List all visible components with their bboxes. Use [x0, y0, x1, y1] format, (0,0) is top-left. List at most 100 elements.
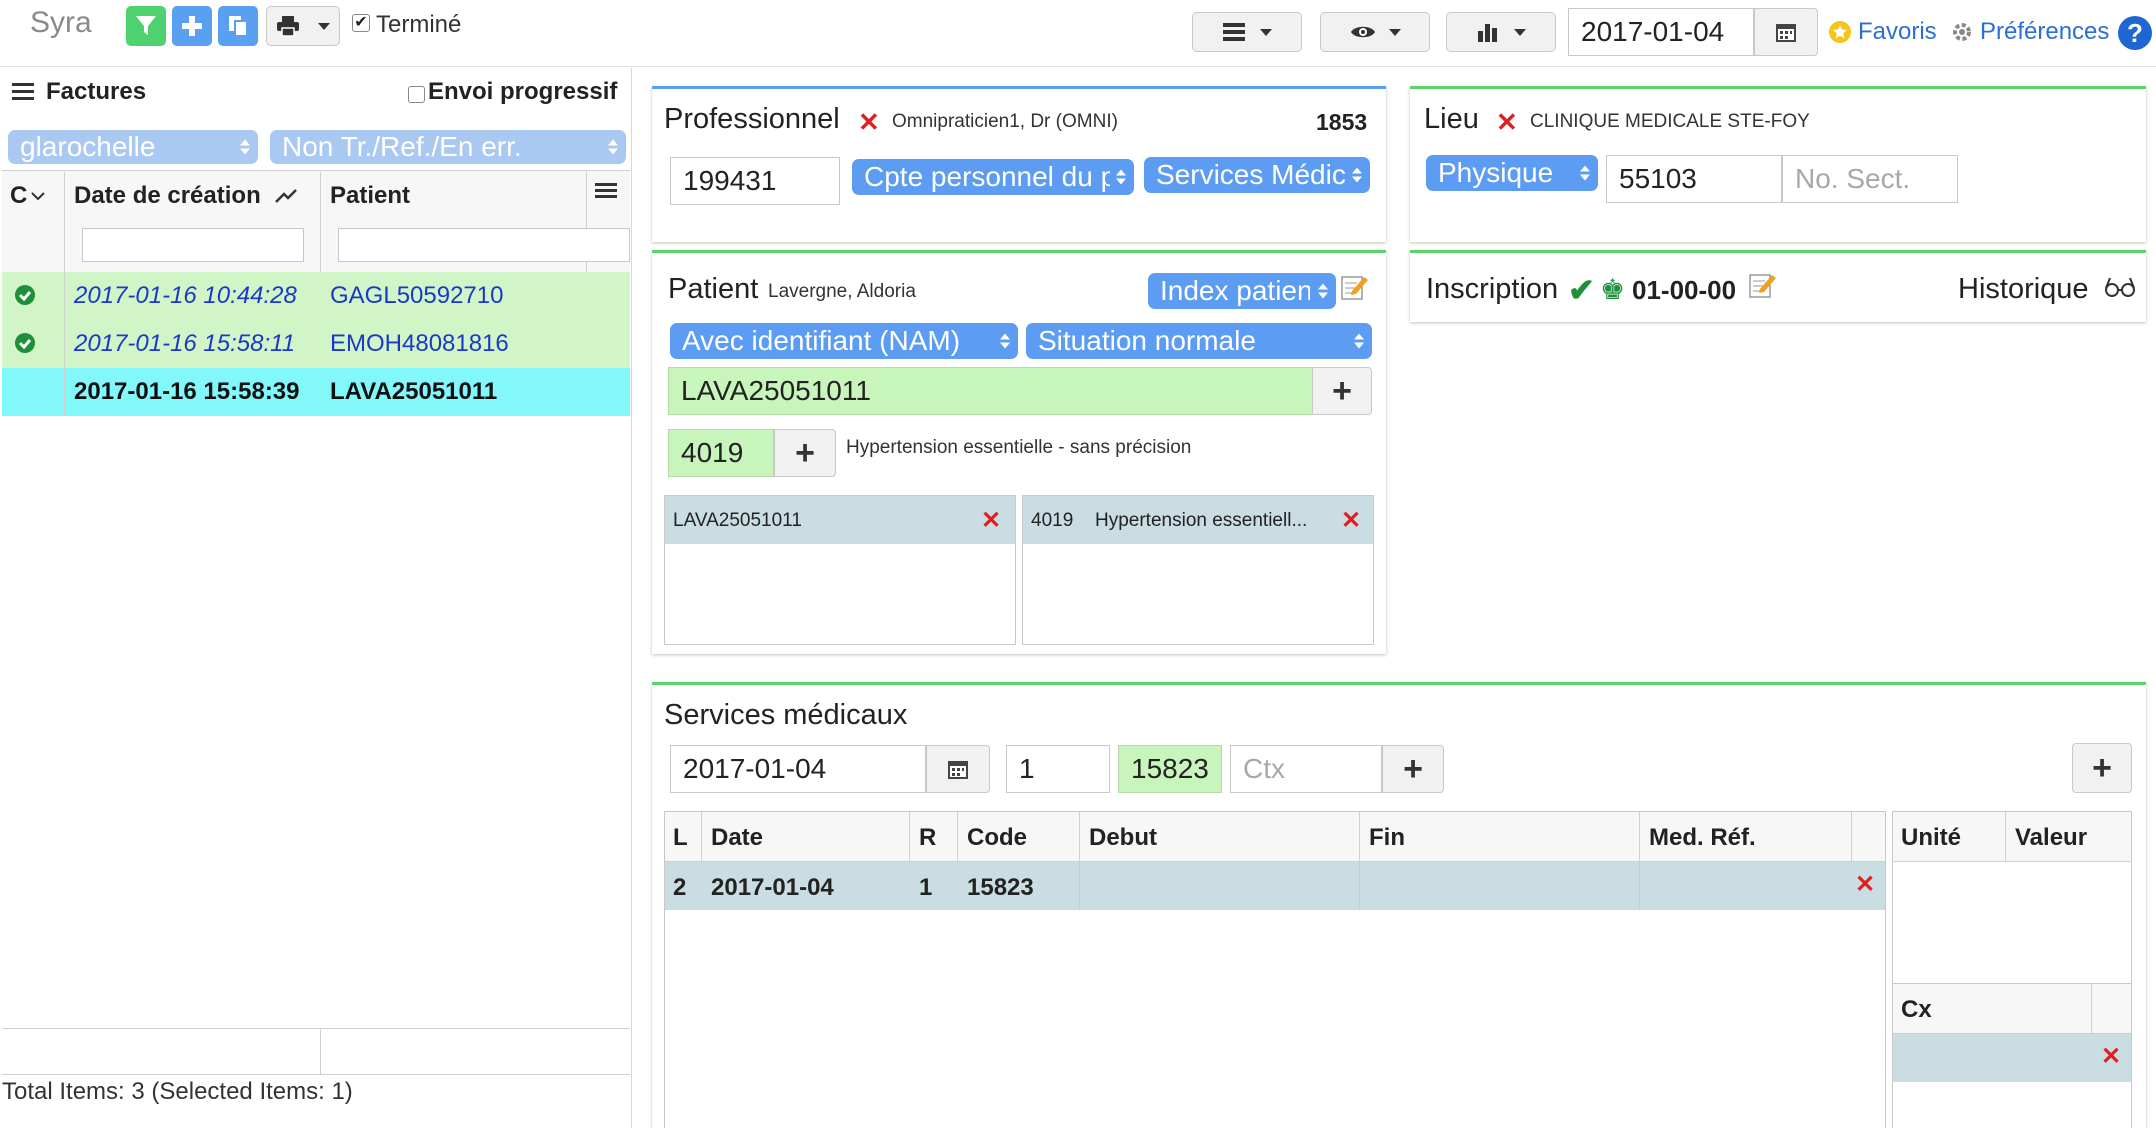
print-button[interactable] [266, 6, 340, 46]
date-filter-input[interactable] [82, 228, 304, 262]
nam-input[interactable]: LAVA25051011 [668, 367, 1328, 415]
col-value-header[interactable]: Valeur [2015, 824, 2087, 852]
add-diagnosis-button[interactable]: + [774, 429, 836, 477]
service-date-input[interactable]: 2017-01-04 [670, 745, 926, 793]
chevron-down-icon [1260, 28, 1272, 36]
location-panel: Lieu ✕ CLINIQUE MEDICALE STE-FOY Physiqu… [1410, 86, 2146, 242]
add-service-button[interactable]: + [2072, 743, 2132, 793]
col-cx-header[interactable]: Cx [1901, 996, 1932, 1024]
col-date-header[interactable]: Date [711, 824, 763, 852]
toolbar-date-input[interactable]: 2017-01-04 [1568, 8, 1754, 56]
glasses-icon[interactable] [2104, 275, 2136, 299]
user-filter-select[interactable]: glarochelle [8, 130, 258, 164]
printer-icon [277, 16, 299, 37]
close-icon[interactable]: ✕ [1855, 870, 1875, 899]
col-code-header[interactable]: Code [967, 824, 1027, 852]
row-date: 2017-01-04 [711, 874, 834, 901]
list-view-button[interactable] [1192, 12, 1302, 52]
preferences-link[interactable]: Préférences [1950, 18, 2109, 46]
crown-icon: ♚ [1600, 274, 1626, 305]
account-select[interactable]: Cpte personnel du p [852, 159, 1134, 195]
updown-icon [1116, 169, 1126, 185]
situation-select[interactable]: Situation normale [1026, 323, 1372, 359]
add-button[interactable] [172, 6, 212, 46]
diagnosis-list: 4019 Hypertension essentiell... ✕ [1022, 495, 1374, 645]
filter-icon [136, 16, 156, 35]
table-row[interactable] [1893, 1034, 2131, 1082]
quantity-input[interactable]: 1 [1006, 745, 1110, 793]
location-type-select[interactable]: Physique [1426, 155, 1598, 191]
services-table: L Date R Code Debut Fin Med. Réf. 2 2017… [664, 811, 1886, 1128]
check-icon: ✔ [1568, 272, 1595, 308]
id-type-select[interactable]: Avec identifiant (NAM) [670, 323, 1018, 359]
status-filter-select[interactable]: Non Tr./Ref./En err. [270, 130, 626, 164]
row-r: 1 [919, 874, 933, 901]
col-r-header[interactable]: R [919, 824, 936, 852]
chevron-down-icon [31, 192, 46, 201]
close-icon[interactable]: ✕ [981, 506, 1001, 535]
professional-title: Professionnel [664, 103, 840, 135]
chevron-down-icon [1514, 28, 1526, 36]
row-date: 2017-01-16 10:44:28 [74, 282, 297, 309]
cx-table: Cx ✕ [1892, 983, 2132, 1128]
sector-input[interactable]: No. Sect. [1782, 155, 1958, 203]
add-nam-button[interactable]: + [1312, 367, 1372, 415]
edit-icon[interactable] [1748, 269, 1778, 299]
close-icon[interactable]: ✕ [2101, 1042, 2121, 1071]
edit-icon[interactable] [1340, 271, 1370, 301]
calendar-button[interactable] [1754, 8, 1818, 56]
favorites-link[interactable]: Favoris [1828, 18, 1937, 46]
diagnosis-description: Hypertension essentielle - sans précisio… [846, 437, 1192, 458]
service-calendar-button[interactable] [926, 745, 990, 793]
service-type-select[interactable]: Services Médicaux [1144, 157, 1370, 193]
registration-panel: Inscription ✔ ♚ 01-00-00 Historique [1410, 250, 2146, 322]
col-medref-header[interactable]: Med. Réf. [1649, 824, 1756, 852]
row-date: 2017-01-16 15:58:39 [74, 378, 300, 405]
updown-icon [608, 139, 618, 155]
professional-id-input[interactable]: 199431 [670, 157, 840, 205]
professional-name: Omnipraticien1, Dr (OMNI) [892, 111, 1118, 132]
context-input[interactable]: Ctx [1230, 745, 1382, 793]
done-label: Terminé [376, 11, 462, 38]
filter-button[interactable] [126, 6, 166, 46]
close-icon[interactable]: ✕ [1496, 107, 1518, 138]
location-code-input[interactable]: 55103 [1606, 155, 1782, 203]
close-icon[interactable]: ✕ [858, 107, 880, 138]
col-debut-header[interactable]: Debut [1089, 824, 1157, 852]
col-status-header[interactable]: C [10, 182, 46, 210]
patient-index-select[interactable]: Index patient [1148, 273, 1336, 309]
progressive-checkbox[interactable] [408, 86, 425, 103]
menu-icon [595, 183, 617, 198]
progressive-label: Envoi progressif [428, 78, 618, 105]
diagnosis-code-input[interactable]: 4019 [668, 429, 774, 477]
col-l-header[interactable]: L [673, 824, 688, 852]
row-patient: GAGL50592710 [330, 282, 504, 309]
calendar-icon [1776, 24, 1796, 42]
calendar-icon [948, 761, 968, 779]
view-button[interactable] [1320, 12, 1430, 52]
patient-filter-input[interactable] [338, 228, 630, 262]
location-title: Lieu [1424, 103, 1479, 135]
location-name: CLINIQUE MEDICALE STE-FOY [1530, 111, 1810, 132]
close-icon[interactable]: ✕ [1341, 506, 1361, 535]
table-row[interactable] [665, 862, 1885, 910]
services-title: Services médicaux [664, 699, 908, 731]
professional-number: 1853 [1316, 109, 1368, 135]
list-icon [1223, 23, 1245, 41]
stats-button[interactable] [1446, 12, 1556, 52]
copy-button[interactable] [218, 6, 258, 46]
col-unit-header[interactable]: Unité [1901, 824, 1961, 852]
done-checkbox[interactable]: ✔ [352, 14, 370, 32]
add-context-button[interactable]: + [1382, 745, 1444, 793]
menu-icon[interactable] [12, 82, 34, 102]
help-icon[interactable]: ? [2118, 16, 2152, 50]
col-date-header[interactable]: Date de création [74, 182, 297, 210]
col-patient-header[interactable]: Patient [330, 182, 410, 210]
unit-value-table: Unité Valeur [1892, 811, 2132, 991]
registration-code: 01-00-00 [1632, 275, 1737, 305]
service-code-input[interactable]: 15823 [1118, 745, 1222, 793]
history-label[interactable]: Historique [1958, 273, 2089, 306]
copy-icon [229, 16, 248, 37]
col-fin-header[interactable]: Fin [1369, 824, 1405, 852]
app-title: Syra [30, 6, 92, 39]
